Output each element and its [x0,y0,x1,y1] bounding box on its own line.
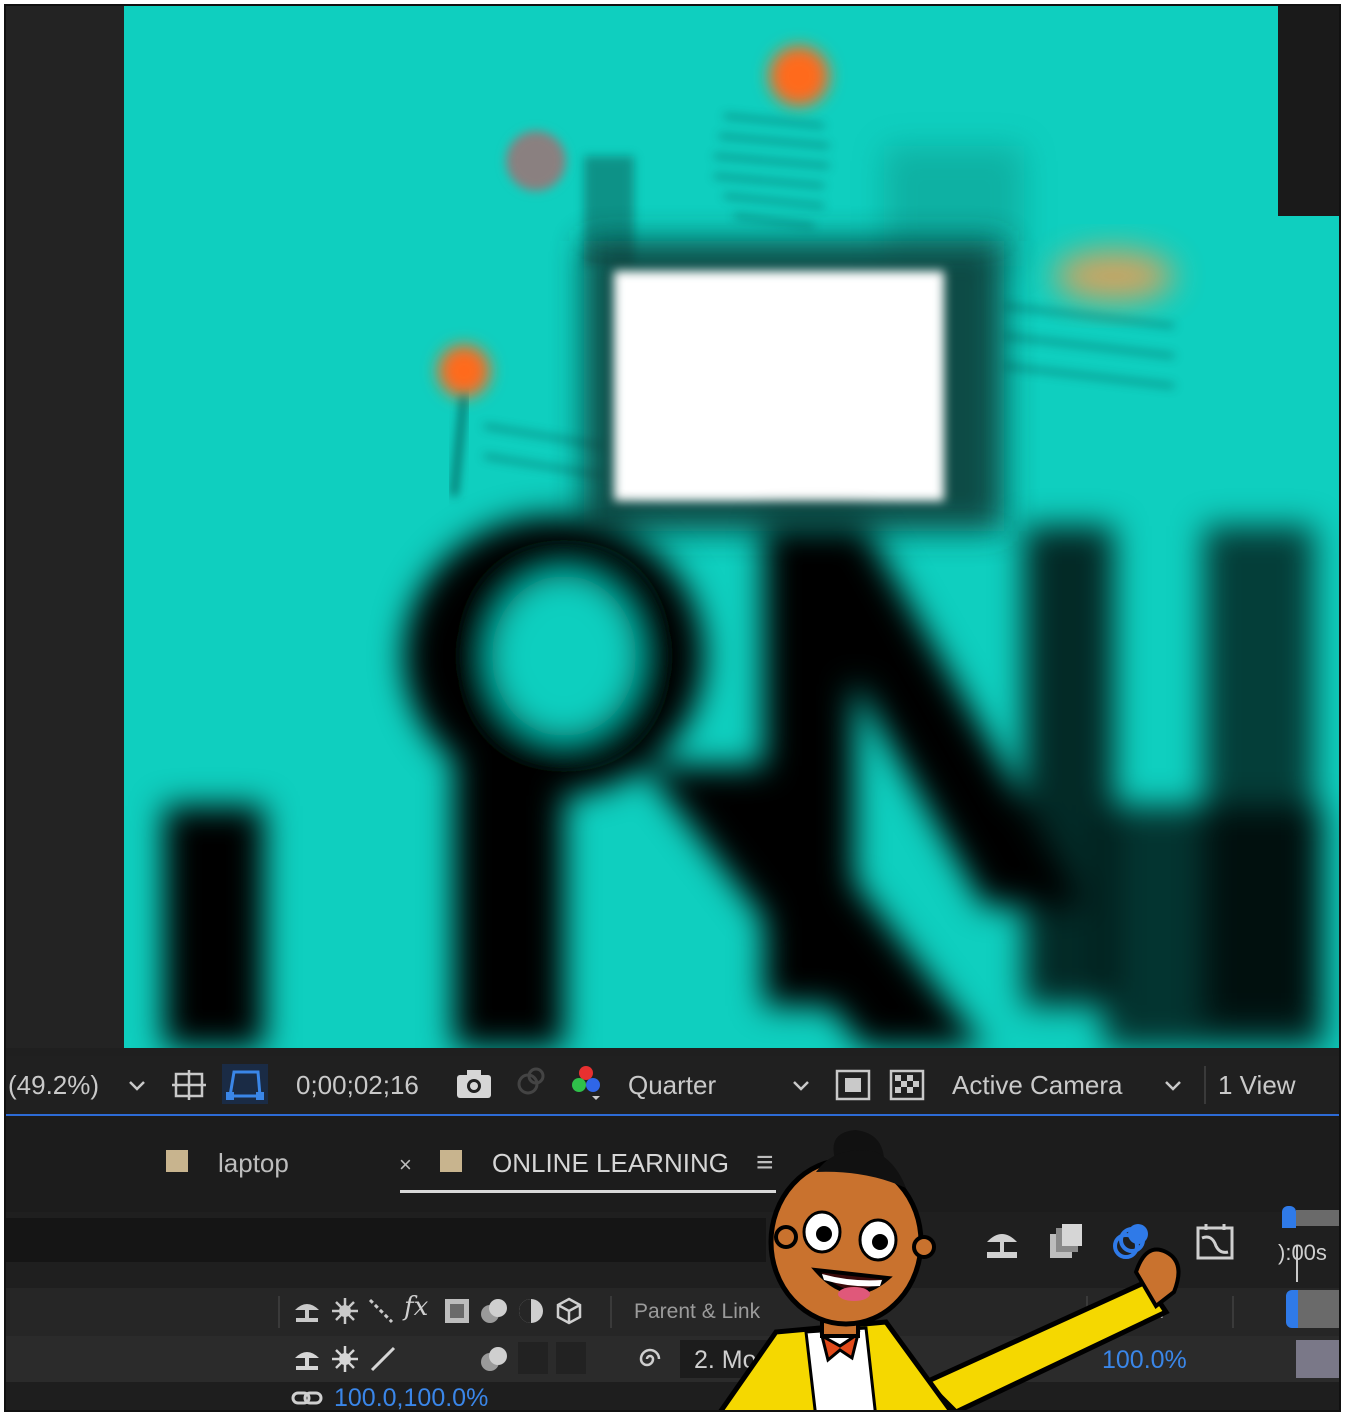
chevron-down-icon[interactable] [1162,1074,1184,1108]
current-timecode[interactable]: 0;00;02;16 [296,1068,419,1102]
comp-color-swatch [440,1150,462,1172]
collapse-transform-icon[interactable] [330,1296,360,1332]
camera-select[interactable]: Active Camera [952,1068,1123,1102]
in-point-handle[interactable] [1286,1290,1298,1328]
tab-laptop[interactable]: laptop [218,1148,289,1179]
timeline-bar[interactable] [1298,1290,1339,1328]
comp-color-swatch [166,1150,188,1172]
divider [1204,1066,1206,1104]
mask-path-icon[interactable] [222,1064,268,1104]
shy-icon[interactable] [292,1296,322,1332]
grey-ball [506,131,566,191]
ruler-time-label: ):00s [1278,1240,1327,1265]
box-face [614,271,944,501]
chevron-down-icon[interactable] [790,1074,812,1108]
work-area-start-handle[interactable] [1282,1206,1296,1228]
motion-blur-icon[interactable] [478,1296,510,1332]
3d-toggle[interactable] [556,1342,586,1374]
composition-canvas[interactable] [124,6,1339,1048]
quality-icon[interactable] [368,1344,398,1379]
frame-blend-icon[interactable] [442,1296,472,1332]
after-effects-window: (49.2%) 0;00;02;16 Quarter Active Camera… [4,4,1341,1412]
camera-icon[interactable] [454,1066,494,1100]
layer-duration-bar[interactable] [1296,1340,1339,1378]
graph-editor-icon[interactable] [1194,1220,1236,1267]
grid-icon[interactable] [170,1068,210,1102]
composition-viewer [6,6,1339,1048]
adjustment-layer-icon[interactable] [516,1296,546,1332]
zoom-level[interactable]: (49.2%) [8,1068,99,1102]
fx-icon[interactable]: fx [404,1292,428,1322]
motion-blur-icon[interactable] [478,1344,510,1379]
region-of-interest-icon[interactable] [834,1068,872,1102]
orange-light [1054,250,1174,302]
3d-layer-icon[interactable] [554,1296,584,1332]
cartoon-presenter-illustration [718,1130,1181,1410]
viewer-gutter [6,6,124,1048]
chevron-down-icon[interactable] [126,1074,148,1108]
tab-close-button[interactable]: × [399,1152,412,1178]
ruler-tick [1296,1246,1298,1282]
resolution-select[interactable]: Quarter [628,1068,716,1102]
blurred-title-text [164,516,1324,1048]
orange-light [769,46,829,106]
quality-icon[interactable] [366,1296,396,1332]
channels-icon[interactable] [566,1062,606,1100]
work-area-bar[interactable] [1296,1210,1339,1226]
orange-light [438,345,490,397]
adjustment-toggle[interactable] [518,1342,548,1374]
link-icon[interactable] [290,1386,324,1410]
shy-icon[interactable] [292,1344,322,1379]
show-snapshot-icon[interactable] [510,1064,550,1098]
transparency-grid-icon[interactable] [888,1068,926,1102]
blurred-scene-artwork [164,46,1324,1048]
viewer-toolbar: (49.2%) 0;00;02;16 Quarter Active Camera… [6,1056,1339,1116]
scale-value[interactable]: 100.0,100.0% [334,1384,488,1410]
collapse-transform-icon[interactable] [330,1344,360,1379]
view-layout-select[interactable]: 1 View [1218,1068,1296,1102]
timeline-ruler[interactable] [1278,6,1339,216]
